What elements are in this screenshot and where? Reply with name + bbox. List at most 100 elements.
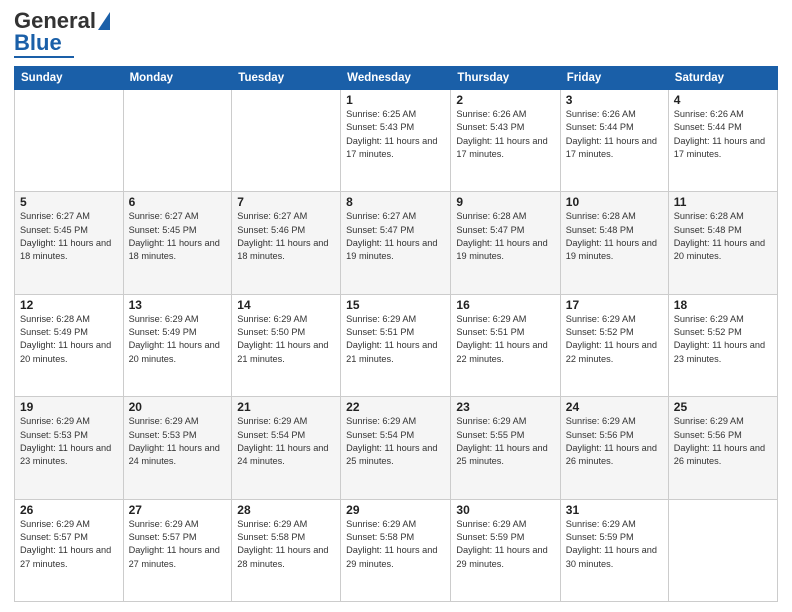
day-number: 24	[566, 400, 663, 414]
logo: General Blue	[14, 10, 110, 58]
day-info: Sunrise: 6:29 AMSunset: 5:58 PMDaylight:…	[237, 518, 335, 571]
day-info: Sunrise: 6:29 AMSunset: 5:52 PMDaylight:…	[566, 313, 663, 366]
day-number: 26	[20, 503, 118, 517]
day-info: Sunrise: 6:29 AMSunset: 5:58 PMDaylight:…	[346, 518, 445, 571]
day-info: Sunrise: 6:29 AMSunset: 5:57 PMDaylight:…	[20, 518, 118, 571]
calendar-cell	[668, 499, 777, 601]
day-info: Sunrise: 6:27 AMSunset: 5:45 PMDaylight:…	[129, 210, 227, 263]
calendar-cell: 2Sunrise: 6:26 AMSunset: 5:43 PMDaylight…	[451, 90, 560, 192]
day-number: 17	[566, 298, 663, 312]
day-info: Sunrise: 6:27 AMSunset: 5:46 PMDaylight:…	[237, 210, 335, 263]
day-number: 1	[346, 93, 445, 107]
calendar-week-row: 26Sunrise: 6:29 AMSunset: 5:57 PMDayligh…	[15, 499, 778, 601]
day-info: Sunrise: 6:28 AMSunset: 5:48 PMDaylight:…	[566, 210, 663, 263]
calendar-cell: 26Sunrise: 6:29 AMSunset: 5:57 PMDayligh…	[15, 499, 124, 601]
weekday-header-friday: Friday	[560, 67, 668, 90]
calendar-cell: 23Sunrise: 6:29 AMSunset: 5:55 PMDayligh…	[451, 397, 560, 499]
calendar-cell: 16Sunrise: 6:29 AMSunset: 5:51 PMDayligh…	[451, 294, 560, 396]
day-info: Sunrise: 6:29 AMSunset: 5:59 PMDaylight:…	[456, 518, 554, 571]
calendar-cell	[232, 90, 341, 192]
weekday-header-row: SundayMondayTuesdayWednesdayThursdayFrid…	[15, 67, 778, 90]
logo-general: General	[14, 10, 96, 32]
calendar-cell: 10Sunrise: 6:28 AMSunset: 5:48 PMDayligh…	[560, 192, 668, 294]
day-number: 30	[456, 503, 554, 517]
day-number: 14	[237, 298, 335, 312]
day-number: 9	[456, 195, 554, 209]
day-number: 3	[566, 93, 663, 107]
logo-triangle-icon	[98, 12, 110, 30]
day-number: 21	[237, 400, 335, 414]
day-info: Sunrise: 6:26 AMSunset: 5:44 PMDaylight:…	[674, 108, 772, 161]
day-info: Sunrise: 6:29 AMSunset: 5:54 PMDaylight:…	[237, 415, 335, 468]
weekday-header-tuesday: Tuesday	[232, 67, 341, 90]
day-info: Sunrise: 6:28 AMSunset: 5:49 PMDaylight:…	[20, 313, 118, 366]
day-info: Sunrise: 6:29 AMSunset: 5:52 PMDaylight:…	[674, 313, 772, 366]
day-number: 7	[237, 195, 335, 209]
calendar-cell: 29Sunrise: 6:29 AMSunset: 5:58 PMDayligh…	[341, 499, 451, 601]
logo-underline	[14, 56, 74, 58]
calendar-cell: 5Sunrise: 6:27 AMSunset: 5:45 PMDaylight…	[15, 192, 124, 294]
day-info: Sunrise: 6:29 AMSunset: 5:56 PMDaylight:…	[674, 415, 772, 468]
calendar-cell: 8Sunrise: 6:27 AMSunset: 5:47 PMDaylight…	[341, 192, 451, 294]
day-info: Sunrise: 6:28 AMSunset: 5:48 PMDaylight:…	[674, 210, 772, 263]
calendar-cell: 20Sunrise: 6:29 AMSunset: 5:53 PMDayligh…	[123, 397, 232, 499]
calendar-cell: 1Sunrise: 6:25 AMSunset: 5:43 PMDaylight…	[341, 90, 451, 192]
calendar-cell: 28Sunrise: 6:29 AMSunset: 5:58 PMDayligh…	[232, 499, 341, 601]
day-info: Sunrise: 6:25 AMSunset: 5:43 PMDaylight:…	[346, 108, 445, 161]
day-number: 23	[456, 400, 554, 414]
day-info: Sunrise: 6:29 AMSunset: 5:51 PMDaylight:…	[346, 313, 445, 366]
day-info: Sunrise: 6:29 AMSunset: 5:49 PMDaylight:…	[129, 313, 227, 366]
calendar-cell: 22Sunrise: 6:29 AMSunset: 5:54 PMDayligh…	[341, 397, 451, 499]
calendar-cell: 15Sunrise: 6:29 AMSunset: 5:51 PMDayligh…	[341, 294, 451, 396]
day-number: 20	[129, 400, 227, 414]
calendar-cell: 11Sunrise: 6:28 AMSunset: 5:48 PMDayligh…	[668, 192, 777, 294]
day-number: 10	[566, 195, 663, 209]
calendar-cell: 17Sunrise: 6:29 AMSunset: 5:52 PMDayligh…	[560, 294, 668, 396]
calendar-cell: 25Sunrise: 6:29 AMSunset: 5:56 PMDayligh…	[668, 397, 777, 499]
calendar-cell: 3Sunrise: 6:26 AMSunset: 5:44 PMDaylight…	[560, 90, 668, 192]
calendar-cell: 6Sunrise: 6:27 AMSunset: 5:45 PMDaylight…	[123, 192, 232, 294]
calendar-week-row: 1Sunrise: 6:25 AMSunset: 5:43 PMDaylight…	[15, 90, 778, 192]
day-number: 11	[674, 195, 772, 209]
day-number: 13	[129, 298, 227, 312]
calendar-cell: 12Sunrise: 6:28 AMSunset: 5:49 PMDayligh…	[15, 294, 124, 396]
logo-blue: Blue	[14, 32, 62, 54]
day-info: Sunrise: 6:29 AMSunset: 5:53 PMDaylight:…	[129, 415, 227, 468]
day-info: Sunrise: 6:29 AMSunset: 5:54 PMDaylight:…	[346, 415, 445, 468]
calendar-table: SundayMondayTuesdayWednesdayThursdayFrid…	[14, 66, 778, 602]
day-number: 19	[20, 400, 118, 414]
calendar-cell: 31Sunrise: 6:29 AMSunset: 5:59 PMDayligh…	[560, 499, 668, 601]
calendar-cell: 30Sunrise: 6:29 AMSunset: 5:59 PMDayligh…	[451, 499, 560, 601]
day-info: Sunrise: 6:27 AMSunset: 5:45 PMDaylight:…	[20, 210, 118, 263]
day-info: Sunrise: 6:29 AMSunset: 5:56 PMDaylight:…	[566, 415, 663, 468]
calendar-cell: 21Sunrise: 6:29 AMSunset: 5:54 PMDayligh…	[232, 397, 341, 499]
calendar-cell: 19Sunrise: 6:29 AMSunset: 5:53 PMDayligh…	[15, 397, 124, 499]
day-number: 15	[346, 298, 445, 312]
day-number: 29	[346, 503, 445, 517]
calendar-cell: 7Sunrise: 6:27 AMSunset: 5:46 PMDaylight…	[232, 192, 341, 294]
calendar-cell: 14Sunrise: 6:29 AMSunset: 5:50 PMDayligh…	[232, 294, 341, 396]
weekday-header-thursday: Thursday	[451, 67, 560, 90]
calendar-week-row: 19Sunrise: 6:29 AMSunset: 5:53 PMDayligh…	[15, 397, 778, 499]
day-info: Sunrise: 6:29 AMSunset: 5:53 PMDaylight:…	[20, 415, 118, 468]
day-info: Sunrise: 6:29 AMSunset: 5:55 PMDaylight:…	[456, 415, 554, 468]
header: General Blue	[14, 10, 778, 58]
calendar-cell	[15, 90, 124, 192]
day-number: 2	[456, 93, 554, 107]
day-number: 4	[674, 93, 772, 107]
day-number: 27	[129, 503, 227, 517]
day-info: Sunrise: 6:29 AMSunset: 5:50 PMDaylight:…	[237, 313, 335, 366]
day-info: Sunrise: 6:28 AMSunset: 5:47 PMDaylight:…	[456, 210, 554, 263]
calendar-cell: 9Sunrise: 6:28 AMSunset: 5:47 PMDaylight…	[451, 192, 560, 294]
day-info: Sunrise: 6:29 AMSunset: 5:51 PMDaylight:…	[456, 313, 554, 366]
calendar-cell: 24Sunrise: 6:29 AMSunset: 5:56 PMDayligh…	[560, 397, 668, 499]
weekday-header-saturday: Saturday	[668, 67, 777, 90]
calendar-week-row: 5Sunrise: 6:27 AMSunset: 5:45 PMDaylight…	[15, 192, 778, 294]
calendar-cell	[123, 90, 232, 192]
day-number: 16	[456, 298, 554, 312]
day-number: 22	[346, 400, 445, 414]
weekday-header-monday: Monday	[123, 67, 232, 90]
day-number: 25	[674, 400, 772, 414]
calendar-cell: 18Sunrise: 6:29 AMSunset: 5:52 PMDayligh…	[668, 294, 777, 396]
calendar-week-row: 12Sunrise: 6:28 AMSunset: 5:49 PMDayligh…	[15, 294, 778, 396]
